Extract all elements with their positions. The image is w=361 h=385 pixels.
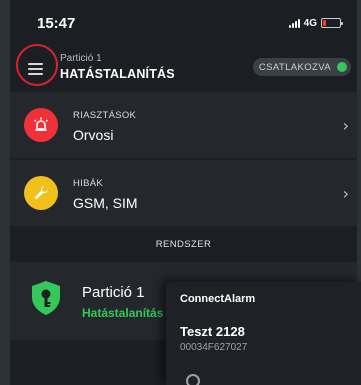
app-header: Partició 1 HATÁSTALANÍTÁS CSATLAKOZVA [10,36,357,92]
notification-popup[interactable]: ConnectAlarm Teszt 2128 00034F627027 [166,282,361,385]
status-bar: 15:47 4G [10,0,357,36]
connection-dot-icon [337,62,347,72]
connection-status-badge: CSATLAKOZVA [253,58,351,76]
header-partition-label: Partició 1 [60,53,102,64]
alarms-value: Orvosi [73,127,114,143]
status-time: 15:47 [37,15,76,32]
popup-title: Teszt 2128 [180,324,245,339]
alarm-siren-icon [24,108,58,142]
highlight-circle [16,44,58,86]
alarms-row[interactable]: RIASZTÁSOK Orvosi › [10,92,357,158]
partition-name: Partició 1 [82,284,145,301]
section-header-system: RENDSZER [10,230,357,260]
battery-icon [321,18,343,28]
connection-status-text: CSATLAKOZVA [258,61,331,73]
faults-value: GSM, SIM [73,195,138,211]
header-state-title: HATÁSTALANÍTÁS [60,67,175,81]
chevron-right-icon: › [342,116,349,135]
shield-key-icon [32,281,60,315]
partition-state: Hatástalanítás [82,306,164,320]
alarms-caption: RIASZTÁSOK [73,110,137,121]
network-type: 4G [303,17,317,29]
wrench-icon [24,176,58,210]
popup-device-id: 00034F627027 [180,342,248,353]
chevron-right-icon: › [342,184,349,203]
status-indicators: 4G [288,16,343,30]
faults-row[interactable]: HIBÁK GSM, SIM › [10,160,357,226]
popup-app-name: ConnectAlarm [180,293,256,305]
circle-icon [186,374,200,385]
faults-caption: HIBÁK [73,178,104,189]
signal-icon [288,18,300,28]
